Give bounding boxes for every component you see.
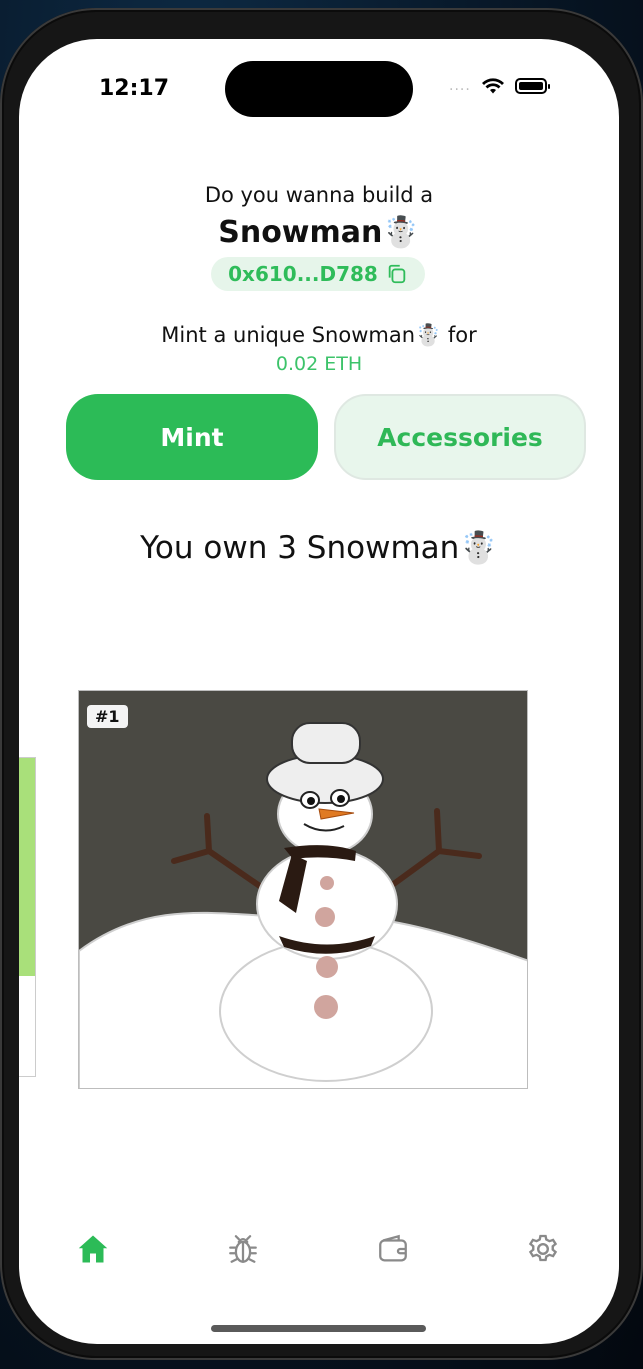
accessories-button[interactable]: Accessories (334, 394, 586, 480)
bottom-tab-bar (19, 1229, 619, 1279)
tab-home[interactable] (73, 1229, 113, 1269)
snowman-nft-card[interactable]: #1 (78, 690, 528, 1089)
mint-price: 0.02 ETH (275, 353, 363, 375)
header-subtitle: Do you wanna build a (204, 183, 434, 207)
wifi-icon (481, 78, 504, 94)
status-time: 12:17 (99, 76, 170, 101)
tab-debug[interactable] (223, 1229, 263, 1269)
app-screen: 12:17 .... Do you wanna build a Snowman☃… (19, 39, 619, 1344)
mint-description: Mint a unique Snowman☃️ for (161, 323, 477, 347)
nft-id-badge: #1 (87, 705, 128, 728)
home-indicator (211, 1325, 426, 1332)
app-title: Snowman☃️ (218, 215, 420, 250)
phone-frame: 12:17 .... Do you wanna build a Snowman☃… (0, 8, 643, 1360)
status-icons: .... (449, 77, 550, 95)
gear-icon (528, 1234, 558, 1262)
snowman-image (79, 691, 527, 1088)
tab-settings[interactable] (523, 1229, 563, 1269)
wallet-icon (379, 1234, 407, 1262)
home-icon (78, 1235, 108, 1263)
mint-button[interactable]: Mint (66, 394, 318, 480)
wallet-address-pill[interactable]: 0x610...D788 (211, 257, 425, 291)
bug-icon (229, 1235, 257, 1263)
tab-wallet[interactable] (373, 1229, 413, 1269)
wallet-address: 0x610...D788 (228, 262, 378, 286)
previous-nft-card[interactable] (19, 757, 36, 1077)
copy-icon[interactable] (386, 263, 408, 285)
signal-icon: .... (449, 78, 471, 94)
dynamic-island (225, 61, 413, 117)
owned-count-text: You own 3 Snowman☃️ (140, 530, 498, 566)
battery-icon (514, 78, 550, 94)
